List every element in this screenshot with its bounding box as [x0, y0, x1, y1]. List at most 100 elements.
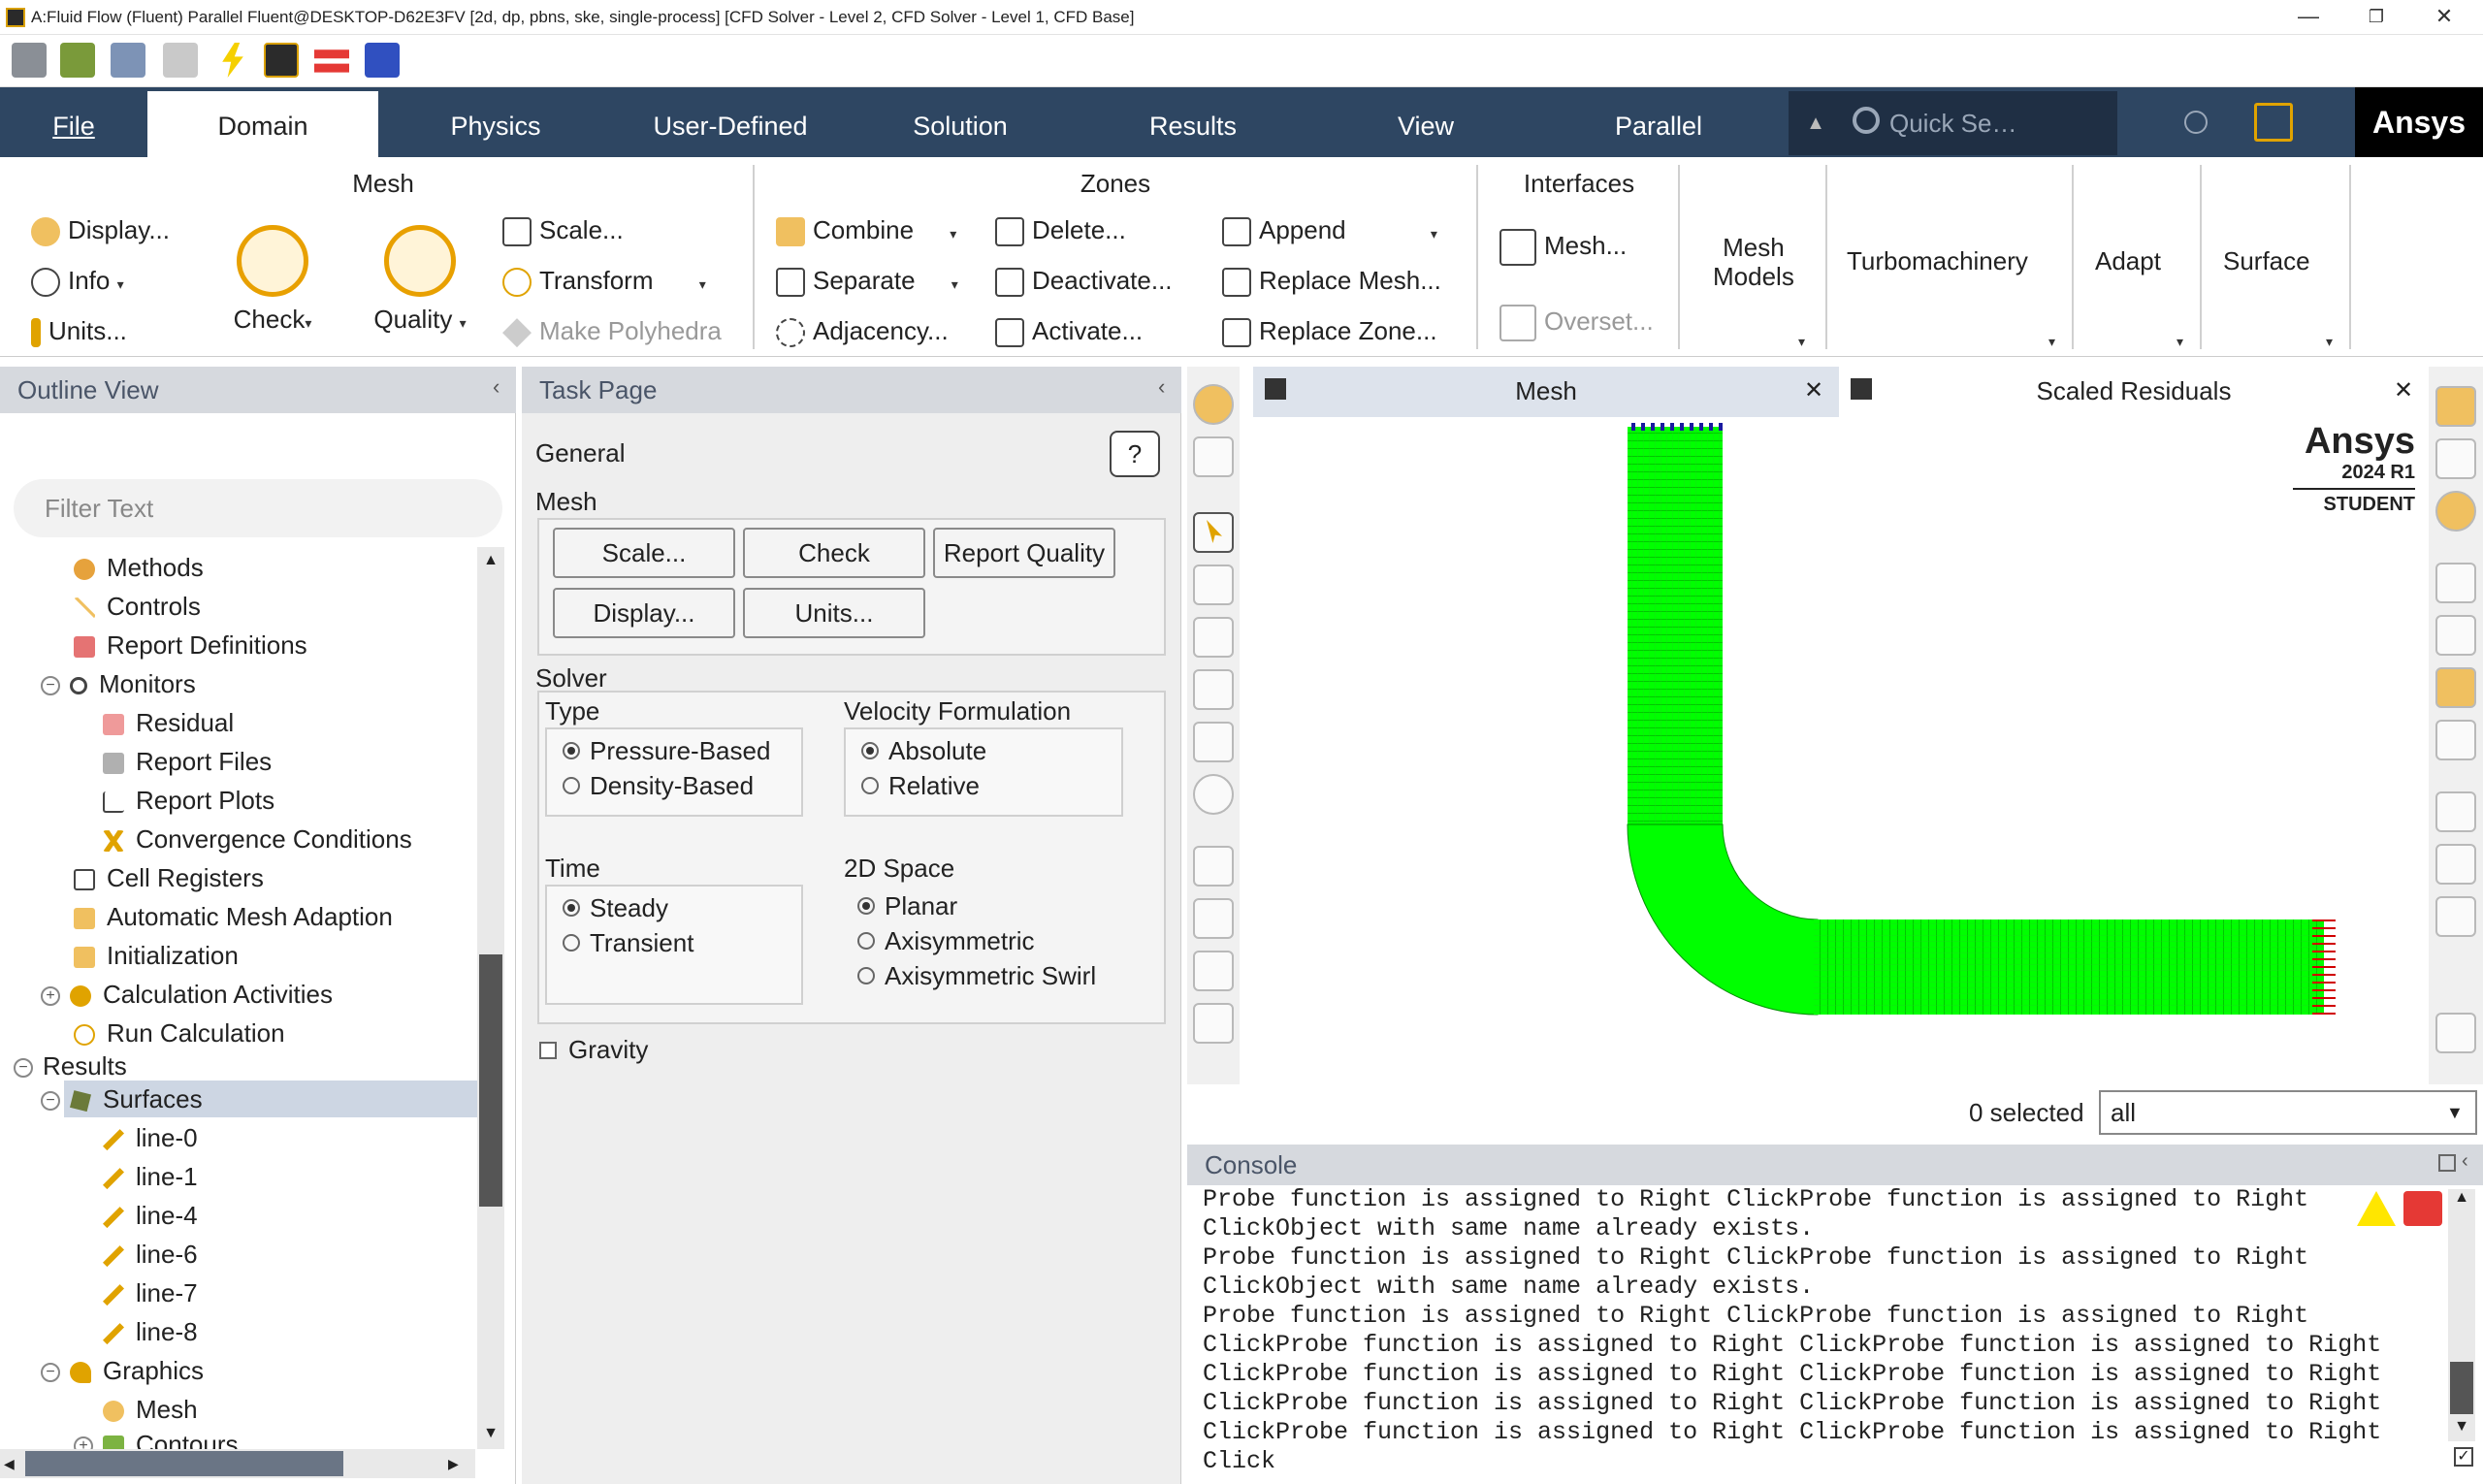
eye-icon[interactable] [2435, 563, 2476, 603]
monitors-icon[interactable] [365, 43, 400, 78]
stop-icon[interactable] [2403, 1191, 2442, 1226]
collapse-icon[interactable]: − [41, 676, 60, 696]
task-scale-button[interactable]: Scale... [553, 528, 735, 578]
layout-icon[interactable] [2254, 103, 2293, 142]
tree-item-line-4[interactable]: line-4 [103, 1199, 198, 1232]
zoom-in-icon[interactable] [1193, 669, 1234, 710]
scroll-down-icon[interactable]: ▼ [2448, 1418, 2475, 1441]
tree-item-controls[interactable]: Controls [74, 590, 201, 623]
delete-button[interactable]: Delete... [995, 215, 1126, 247]
console-output[interactable]: Probe function is assigned to Right Clic… [1203, 1185, 2409, 1476]
collapse-panel-icon[interactable]: ‹ [2462, 1150, 2468, 1173]
tree-item-calculation-activities[interactable]: + Calculation Activities [41, 978, 333, 1011]
console-scrollbar[interactable]: ▲ ▼ [2448, 1189, 2475, 1441]
pressure-based-radio[interactable]: Pressure-Based [563, 735, 770, 766]
adjacency-button[interactable]: Adjacency... [776, 316, 949, 348]
tree-item-line-0[interactable]: line-0 [103, 1121, 198, 1154]
tree-item-contours[interactable]: + Contours [74, 1428, 239, 1449]
task-report-quality-button[interactable]: Report Quality [933, 528, 1115, 578]
probe-info-icon[interactable] [1193, 774, 1234, 815]
replace-mesh-button[interactable]: Replace Mesh... [1222, 266, 1441, 298]
quality-button[interactable]: Quality ▾ [357, 225, 483, 335]
transform-button[interactable]: Transform ▾ [502, 266, 706, 299]
axisymmetric-radio[interactable]: Axisymmetric [857, 925, 1035, 956]
append-button[interactable]: Append ▾ [1222, 215, 1437, 248]
combine-button[interactable]: Combine ▾ [776, 215, 956, 248]
zoom-out-icon[interactable] [1193, 898, 1234, 939]
tab-solution[interactable]: Solution [863, 87, 1057, 157]
relative-radio[interactable]: Relative [861, 770, 980, 801]
close-tab-icon[interactable]: ✕ [2394, 367, 2413, 415]
tab-results[interactable]: Results [1096, 87, 1290, 157]
tab-scaled-residuals[interactable]: Scaled Residuals ✕ [1839, 367, 2429, 417]
plot-icon[interactable] [2435, 791, 2476, 832]
display-button[interactable]: Display... [31, 215, 170, 247]
tree-item-run-calculation[interactable]: Run Calculation [74, 1016, 285, 1049]
fit-to-window-icon[interactable] [1193, 846, 1234, 887]
tree-item-automatic-mesh-adaption[interactable]: Automatic Mesh Adaption [74, 900, 393, 933]
views-icon[interactable] [2435, 386, 2476, 427]
units-button[interactable]: Units... [31, 316, 127, 348]
replace-zone-button[interactable]: Replace Zone... [1222, 316, 1437, 348]
scroll-thumb[interactable] [479, 954, 502, 1207]
activate-button[interactable]: Activate... [995, 316, 1143, 348]
tree-item-line-8[interactable]: line-8 [103, 1315, 198, 1348]
save-data-icon[interactable] [111, 43, 145, 78]
steady-radio[interactable]: Steady [563, 892, 668, 923]
tab-domain[interactable]: Domain [147, 91, 378, 161]
minus-icon[interactable] [2435, 844, 2476, 885]
gravity-checkbox[interactable]: Gravity [539, 1034, 648, 1065]
scroll-right-icon[interactable]: ▶ [448, 1453, 468, 1474]
outline-horizontal-scrollbar[interactable]: ◀ ▶ [0, 1449, 475, 1478]
deactivate-button[interactable]: Deactivate... [995, 266, 1173, 298]
scroll-thumb[interactable] [2450, 1362, 2473, 1414]
outline-vertical-scrollbar[interactable]: ▲ ▼ [477, 547, 504, 1449]
check-button[interactable]: Check▾ [219, 225, 326, 335]
tree-item-cell-registers[interactable]: Cell Registers [74, 861, 264, 894]
tree-item-report-files[interactable]: Report Files [103, 745, 272, 778]
scroll-up-icon[interactable]: ▲ [477, 547, 504, 574]
tree-item-methods[interactable]: Methods [74, 551, 204, 584]
auto-scroll-checkbox[interactable]: ✓ [2454, 1447, 2473, 1467]
write-case-icon[interactable] [60, 43, 95, 78]
tree-item-report-definitions[interactable]: Report Definitions [74, 629, 307, 661]
help-icon[interactable] [2184, 111, 2208, 134]
tab-user-defined[interactable]: User-Defined [621, 87, 840, 157]
copy-icon[interactable] [2435, 1013, 2476, 1053]
collapse-panel-icon[interactable]: ‹ [1158, 374, 1165, 400]
filter-text-input[interactable]: Filter Text [14, 479, 502, 537]
lightning-icon[interactable] [222, 43, 243, 78]
separate-button[interactable]: Separate ▾ [776, 266, 958, 299]
overset-button[interactable]: Overset... [1499, 305, 1654, 341]
quick-search-input[interactable]: Quick Se… [1843, 91, 2117, 155]
collapse-panel-icon[interactable]: ‹ [493, 374, 500, 400]
mesh-display-icon[interactable] [1193, 384, 1234, 425]
tree-item-results[interactable]: − Results [14, 1049, 127, 1082]
window-layout-icon[interactable] [2435, 667, 2476, 708]
expand-icon[interactable]: + [41, 986, 60, 1007]
curve-icon[interactable] [2435, 720, 2476, 760]
tree-item-mesh[interactable]: Mesh [103, 1393, 198, 1426]
tree-item-line-6[interactable]: line-6 [103, 1238, 198, 1271]
copy-view-icon[interactable] [1193, 436, 1234, 477]
mesh-viewport[interactable] [1253, 417, 2429, 1084]
close-tab-icon[interactable]: ✕ [1804, 367, 1823, 415]
axes-view-icon[interactable] [1193, 1003, 1234, 1044]
selection-filter-dropdown[interactable]: all ▼ [2099, 1090, 2477, 1135]
interfaces-mesh-button[interactable]: Mesh... [1499, 229, 1627, 266]
planar-radio[interactable]: Planar [857, 890, 957, 921]
mesh-models-button[interactable]: Mesh Models [1713, 233, 1794, 291]
reload-icon[interactable] [163, 43, 198, 78]
pointer-icon[interactable] [1193, 512, 1234, 553]
tree-item-report-plots[interactable]: Report Plots [103, 784, 274, 817]
density-based-radio[interactable]: Density-Based [563, 770, 754, 801]
pan-icon[interactable] [1193, 617, 1234, 658]
axisymmetric-swirl-radio[interactable]: Axisymmetric Swirl [857, 960, 1096, 991]
task-units-button[interactable]: Units... [743, 588, 925, 638]
undock-icon[interactable] [2438, 1154, 2456, 1172]
collapse-icon[interactable]: − [14, 1058, 33, 1079]
colormap-icon[interactable] [2435, 491, 2476, 532]
surface-button[interactable]: Surface [2223, 246, 2310, 275]
scale-button[interactable]: Scale... [502, 215, 624, 247]
make-polyhedra-button[interactable]: Make Polyhedra [502, 316, 722, 348]
